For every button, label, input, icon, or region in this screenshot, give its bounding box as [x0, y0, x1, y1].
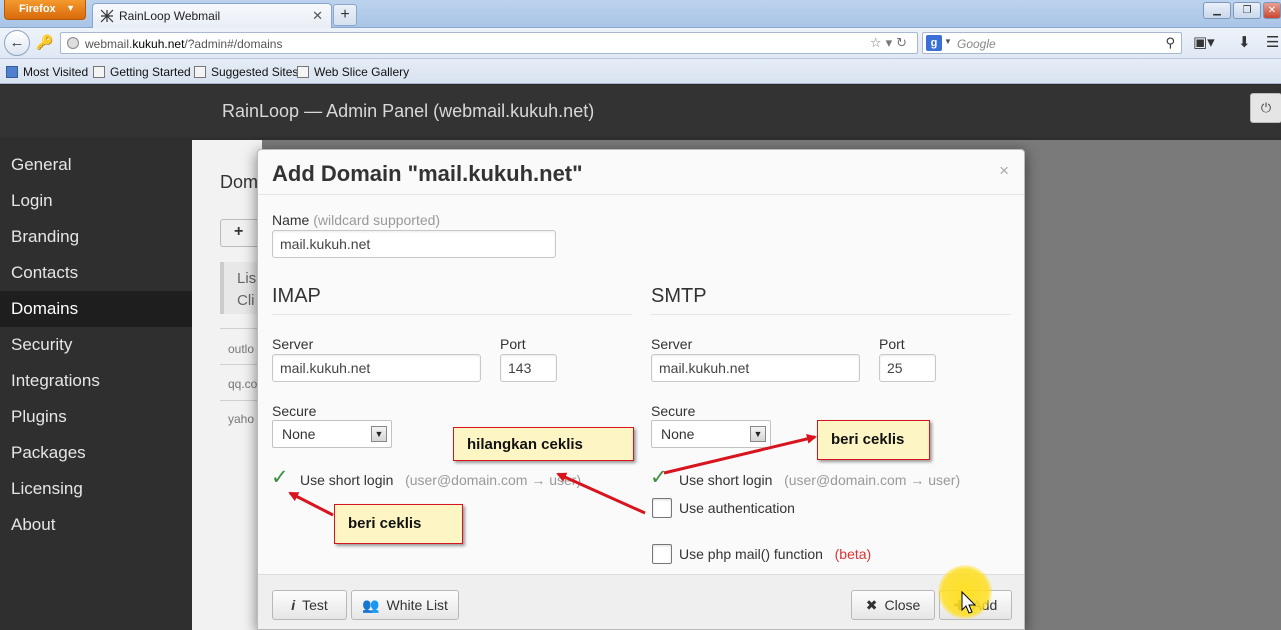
- annotation-note-smtp-check: beri ceklis: [817, 420, 930, 460]
- arrow-to-imap-short-login: [288, 491, 334, 517]
- arrow-to-smtp-short-login: [663, 433, 817, 475]
- mouse-cursor-icon: [961, 590, 977, 614]
- annotation-note-imap-check: beri ceklis: [334, 504, 463, 544]
- annotation-arrows: [288, 433, 977, 614]
- arrow-to-imap-short-login-hint: [556, 472, 646, 515]
- annotation-note-uncheck: hilangkan ceklis: [453, 427, 634, 461]
